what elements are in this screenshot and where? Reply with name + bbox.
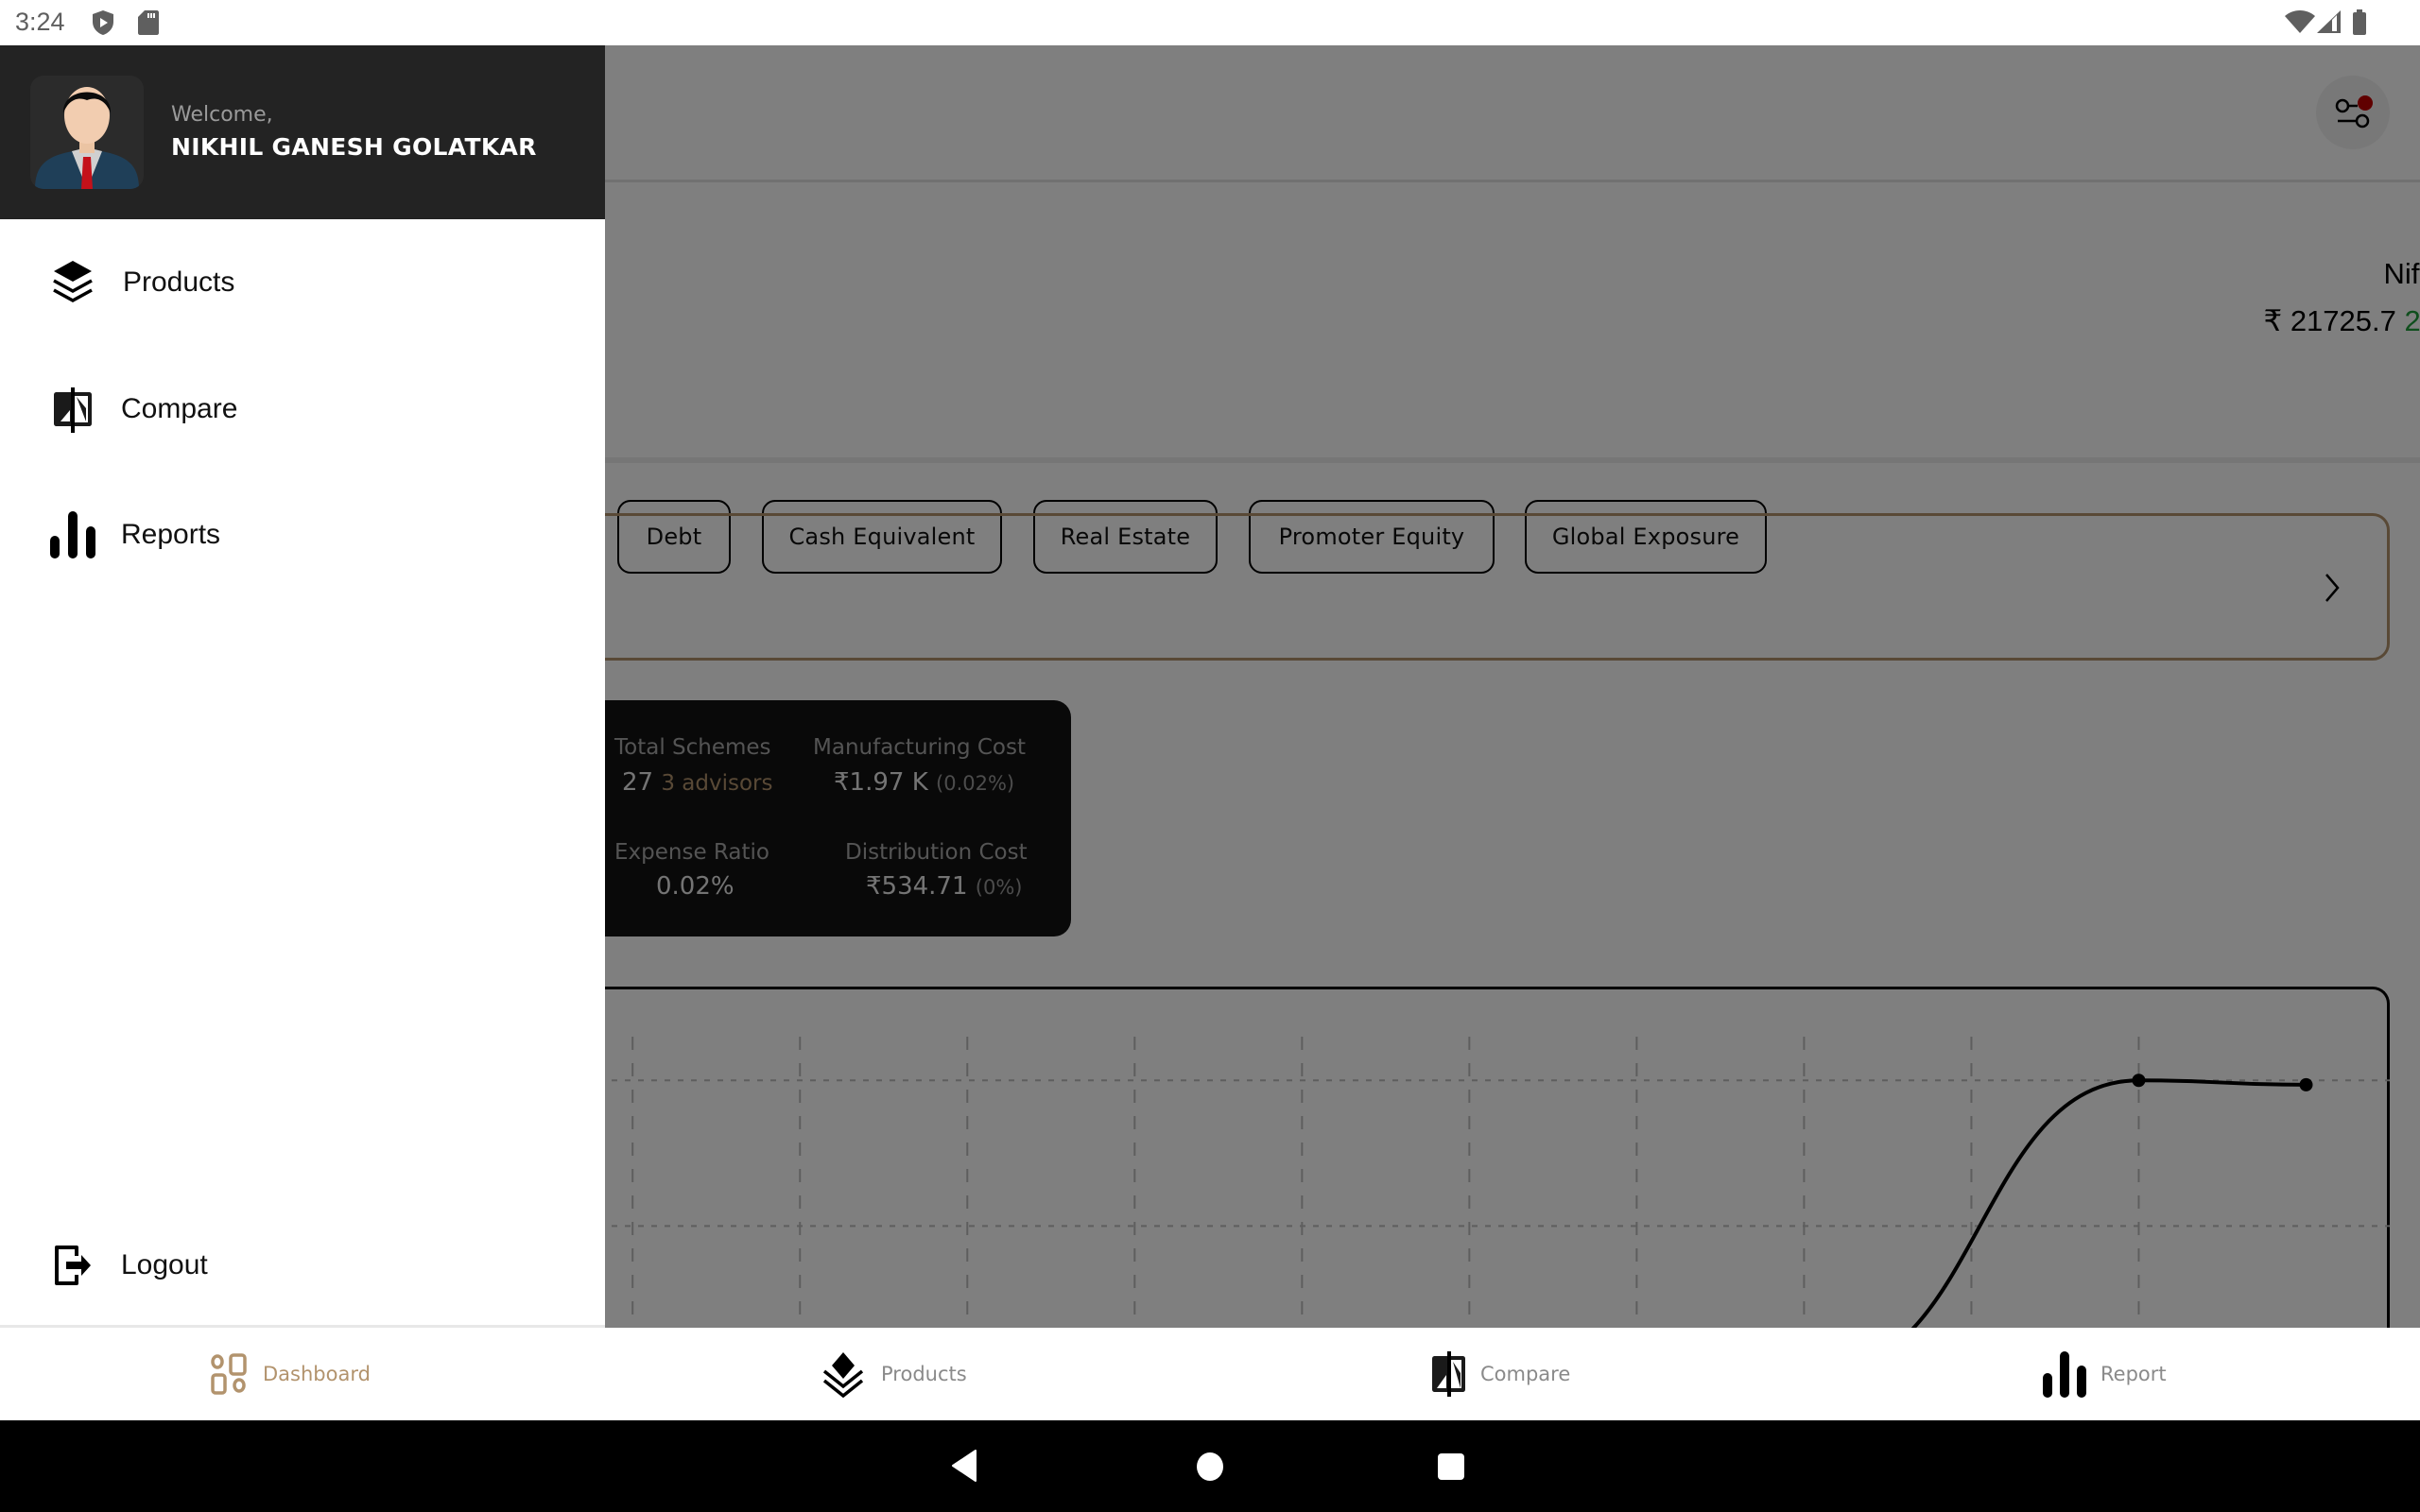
bottom-navigation: Dashboard Products Compare Report bbox=[0, 1328, 2420, 1420]
layers-icon bbox=[822, 1352, 864, 1398]
drawer-item-label: Products bbox=[123, 266, 235, 298]
play-protect-icon bbox=[93, 10, 113, 35]
user-name: NIKHIL GANESH GOLATKAR bbox=[171, 133, 537, 161]
tab-products[interactable]: Products bbox=[819, 1328, 967, 1420]
welcome-label: Welcome, bbox=[171, 103, 273, 127]
compare-icon bbox=[54, 387, 92, 433]
sd-card-icon bbox=[138, 10, 159, 35]
drawer-item-reports[interactable]: Reports bbox=[0, 483, 605, 587]
logout-label: Logout bbox=[121, 1249, 208, 1280]
dashboard-icon bbox=[211, 1353, 247, 1395]
recents-icon[interactable] bbox=[1437, 1452, 1465, 1481]
logout-button[interactable]: Logout bbox=[0, 1213, 605, 1317]
tab-dashboard[interactable]: Dashboard bbox=[210, 1328, 371, 1420]
bar-chart-icon bbox=[50, 511, 95, 558]
drawer-item-label: Reports bbox=[121, 519, 221, 550]
logout-icon bbox=[55, 1246, 91, 1285]
status-bar: 3:24 bbox=[0, 0, 2420, 45]
tab-label: Compare bbox=[1480, 1363, 1571, 1385]
user-avatar-icon bbox=[35, 87, 139, 189]
drawer-header: Welcome, NIKHIL GANESH GOLATKAR bbox=[0, 45, 605, 219]
tab-label: Dashboard bbox=[263, 1363, 371, 1385]
system-navigation-bar bbox=[0, 1420, 2420, 1512]
drawer-item-label: Compare bbox=[121, 393, 238, 424]
compare-icon bbox=[1432, 1351, 1465, 1397]
cell-signal-icon bbox=[2317, 10, 2341, 33]
home-icon[interactable] bbox=[1196, 1452, 1224, 1482]
tab-label: Report bbox=[2100, 1363, 2167, 1385]
bar-chart-icon bbox=[2043, 1351, 2086, 1398]
drawer-item-products[interactable]: Products bbox=[0, 231, 605, 335]
back-icon[interactable] bbox=[951, 1449, 979, 1483]
wifi-icon bbox=[2285, 10, 2315, 33]
tab-compare[interactable]: Compare bbox=[1431, 1328, 1570, 1420]
tab-report[interactable]: Report bbox=[2042, 1328, 2167, 1420]
drawer-item-compare[interactable]: Compare bbox=[0, 357, 605, 461]
avatar bbox=[30, 76, 144, 189]
layers-icon bbox=[53, 261, 93, 302]
status-time: 3:24 bbox=[15, 8, 65, 36]
battery-icon bbox=[2353, 9, 2366, 35]
navigation-drawer: Welcome, NIKHIL GANESH GOLATKAR Products… bbox=[0, 45, 605, 1328]
tab-label: Products bbox=[881, 1363, 967, 1385]
